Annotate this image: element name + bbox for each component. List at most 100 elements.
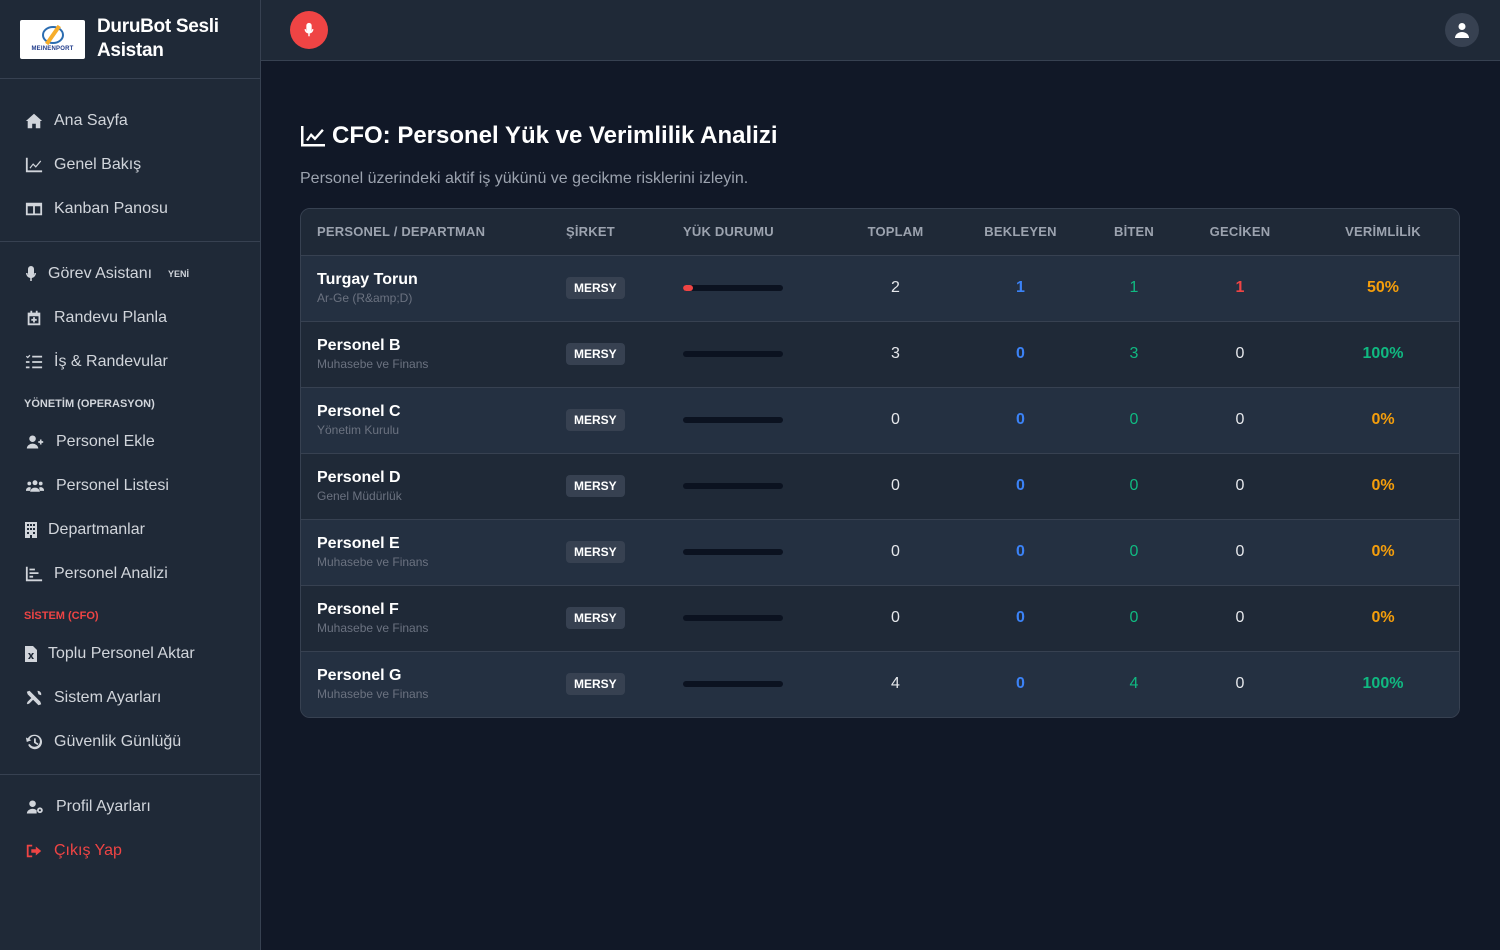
staff-department: Ar-Ge (R&amp;D) (317, 291, 413, 305)
building-icon (24, 521, 38, 539)
sidebar-item-appointment[interactable]: Randevu Planla (0, 296, 260, 340)
done-value: 1 (1129, 279, 1139, 296)
user-menu-button[interactable] (1445, 13, 1479, 47)
load-cell (683, 585, 843, 651)
table-header-row: PERSONEL / DEPARTMAN ŞİRKET YÜK DURUMU T… (301, 209, 1459, 255)
table-row[interactable]: Personel G Muhasebe ve Finans MERSY 4 0 4 0 100… (301, 651, 1459, 717)
load-cell (683, 651, 843, 717)
company-badge: MERSY (566, 475, 625, 497)
file-excel-icon (24, 645, 38, 663)
table-row[interactable]: Personel D Genel Müdürlük MERSY 0 0 0 0 0% (301, 453, 1459, 519)
sidebar-item-label: Çıkış Yap (54, 842, 122, 859)
brand: MEINENPORT DuruBot Sesli Asistan (0, 0, 260, 79)
sidebar-item-label: Toplu Personel Aktar (48, 645, 195, 662)
load-bar (683, 615, 783, 621)
sidebar-item-overview[interactable]: Genel Bakış (0, 143, 260, 187)
staff-name: Turgay Torun (317, 271, 418, 288)
staff-cell: Personel B Muhasebe ve Finans (301, 321, 566, 387)
sidebar-item-profile[interactable]: Profil Ayarları (0, 785, 260, 829)
sidebar-item-label: Personel Ekle (56, 433, 155, 450)
sidebar-item-assistant[interactable]: Görev Asistanı YENİ (0, 252, 260, 296)
load-cell (683, 321, 843, 387)
new-badge: YENİ (168, 269, 190, 279)
history-icon (24, 733, 44, 751)
page-title: CFO: Personel Yük ve Verimlilik Analizi (300, 120, 1460, 152)
late-value: 0 (1235, 543, 1245, 560)
efficiency-value: 0% (1371, 477, 1395, 494)
load-cell (683, 387, 843, 453)
topbar (261, 0, 1500, 61)
sidebar-item-add-staff[interactable]: Personel Ekle (0, 420, 260, 464)
col-header-done: BİTEN (1114, 224, 1154, 240)
staff-name: Personel B (317, 337, 401, 354)
col-header-efficiency: VERİMLİLİK (1345, 224, 1421, 240)
page-title-text: CFO: Personel Yük ve Verimlilik Analizi (332, 122, 778, 149)
col-header-company: ŞİRKET (566, 224, 615, 240)
late-value: 0 (1235, 477, 1245, 494)
total-value: 2 (891, 279, 900, 296)
company-badge: MERSY (566, 277, 625, 299)
sidebar-item-bulk-import[interactable]: Toplu Personel Aktar (0, 632, 260, 676)
table-row[interactable]: Personel F Muhasebe ve Finans MERSY 0 0 0 0 0% (301, 585, 1459, 651)
efficiency-value: 0% (1371, 609, 1395, 626)
nav-footer: Profil Ayarları Çıkış Yap (0, 775, 260, 883)
staff-department: Muhasebe ve Finans (317, 621, 429, 635)
table-row[interactable]: Turgay Torun Ar-Ge (R&amp;D) MERSY 2 1 1 1 50% (301, 255, 1459, 321)
efficiency-value: 100% (1362, 675, 1404, 693)
sidebar-item-staff-list[interactable]: Personel Listesi (0, 464, 260, 508)
sidebar-item-logout[interactable]: Çıkış Yap (0, 829, 260, 873)
company-cell: MERSY (566, 255, 683, 321)
microphone-icon (304, 22, 314, 37)
staff-cell: Personel E Muhasebe ve Finans (301, 519, 566, 585)
staff-name: Personel E (317, 535, 400, 552)
table-row[interactable]: Personel E Muhasebe ve Finans MERSY 0 0 0 0 0% (301, 519, 1459, 585)
list-check-icon (24, 353, 44, 371)
staff-cell: Turgay Torun Ar-Ge (R&amp;D) (301, 255, 566, 321)
chart-line-icon (24, 156, 44, 174)
load-bar (683, 351, 783, 357)
col-header-late: GECİKEN (1209, 224, 1271, 240)
app-title: DuruBot Sesli Asistan (97, 16, 219, 61)
table-row[interactable]: Personel C Yönetim Kurulu MERSY 0 0 0 0 0% (301, 387, 1459, 453)
sidebar-item-label: Sistem Ayarları (54, 689, 162, 706)
staff-department: Yönetim Kurulu (317, 423, 400, 437)
user-plus-icon (24, 433, 46, 451)
pending-value: 0 (1016, 345, 1025, 362)
done-value: 3 (1129, 345, 1139, 362)
chart-line-icon (301, 126, 325, 147)
staff-name: Personel C (317, 403, 401, 420)
section-label-system: SİSTEM (CFO) (24, 610, 99, 622)
sidebar-item-departments[interactable]: Departmanlar (0, 508, 260, 552)
sidebar-item-jobs[interactable]: İş & Randevular (0, 340, 260, 384)
sign-out-icon (24, 842, 44, 860)
voice-record-button[interactable] (290, 11, 328, 49)
late-value: 1 (1235, 279, 1245, 296)
pending-value: 1 (1016, 279, 1025, 296)
sidebar-item-security-log[interactable]: Güvenlik Günlüğü (0, 720, 260, 764)
staff-name: Personel D (317, 469, 401, 486)
sidebar-item-label: Genel Bakış (54, 156, 142, 173)
company-badge: MERSY (566, 541, 625, 563)
sidebar-item-label: İş & Randevular (54, 353, 168, 370)
chart-bar-icon (24, 565, 44, 583)
efficiency-value: 0% (1371, 411, 1395, 428)
staff-department: Muhasebe ve Finans (317, 555, 429, 569)
sidebar-item-home[interactable]: Ana Sayfa (0, 99, 260, 143)
company-badge: MERSY (566, 343, 625, 365)
total-value: 4 (891, 675, 900, 693)
late-value: 0 (1235, 609, 1245, 626)
sidebar-item-kanban[interactable]: Kanban Panosu (0, 187, 260, 231)
sidebar-item-label: Profil Ayarları (56, 798, 151, 815)
sidebar-item-label: Personel Listesi (56, 477, 169, 494)
company-cell: MERSY (566, 321, 683, 387)
nav-primary: Ana Sayfa Genel Bakış Kanban Panosu (0, 79, 260, 242)
table-row[interactable]: Personel B Muhasebe ve Finans MERSY 3 0 3 0 100… (301, 321, 1459, 387)
sidebar-item-system-settings[interactable]: Sistem Ayarları (0, 676, 260, 720)
company-cell: MERSY (566, 519, 683, 585)
pending-value: 0 (1016, 477, 1025, 494)
total-value: 0 (891, 543, 900, 560)
pending-value: 0 (1016, 609, 1025, 626)
company-cell: MERSY (566, 387, 683, 453)
company-cell: MERSY (566, 453, 683, 519)
sidebar-item-staff-analysis[interactable]: Personel Analizi (0, 552, 260, 596)
